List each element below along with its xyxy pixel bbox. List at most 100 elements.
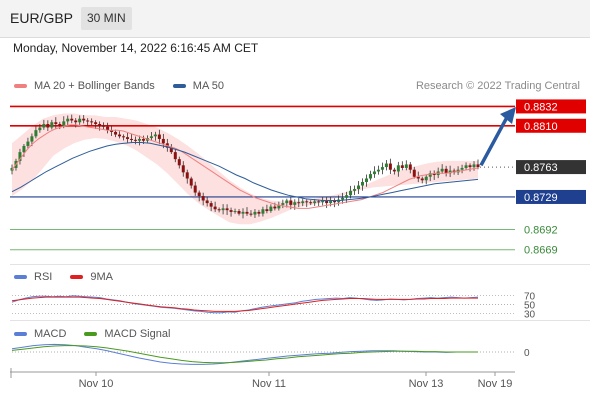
- candle-body: [22, 145, 26, 153]
- candle-body: [372, 171, 376, 175]
- candle-body: [360, 182, 364, 186]
- candle-body: [58, 124, 62, 126]
- candle-body: [380, 167, 384, 170]
- candle-body: [368, 174, 372, 179]
- candle-body: [388, 163, 392, 170]
- candle-body: [341, 197, 345, 200]
- candle-body: [173, 152, 177, 160]
- chart-canvas[interactable]: 0.88320.88100.87630.87290.86920.86697050…: [0, 0, 590, 400]
- candle-body: [161, 138, 165, 144]
- price-label: 0.8692: [524, 224, 558, 236]
- candle-body: [237, 211, 241, 214]
- candle-body: [189, 178, 193, 186]
- x-axis-tick-label: Nov 19: [478, 378, 513, 390]
- macd-signal-line: [11, 345, 478, 364]
- projection-arrowhead-icon: [500, 107, 516, 124]
- candle-body: [74, 120, 78, 123]
- candle-body: [229, 210, 233, 212]
- candle-body: [102, 125, 106, 127]
- projection-arrow: [479, 110, 512, 167]
- candle-body: [114, 131, 118, 135]
- candle-body: [34, 130, 38, 137]
- candle-body: [293, 202, 297, 205]
- candle-body: [257, 211, 261, 214]
- x-axis-tick-label: Nov 11: [252, 378, 286, 390]
- candle-body: [396, 165, 400, 172]
- candle-body: [349, 190, 353, 196]
- candle-body: [440, 168, 444, 172]
- candle-body: [30, 136, 34, 142]
- candle-body: [281, 203, 285, 205]
- candle-body: [201, 196, 205, 201]
- candle-body: [392, 169, 396, 172]
- candle-body: [42, 124, 46, 128]
- candle-body: [345, 195, 349, 198]
- candle-body: [157, 134, 161, 139]
- candle-body: [265, 209, 269, 212]
- candle-body: [153, 134, 157, 137]
- candle-body: [261, 209, 265, 214]
- candle-body: [408, 164, 412, 170]
- candle-body: [289, 200, 293, 205]
- candle-body: [185, 172, 189, 179]
- candle-body: [376, 169, 380, 172]
- candle-body: [129, 138, 133, 140]
- candle-body: [82, 118, 86, 121]
- candle-body: [213, 206, 217, 210]
- candle-body: [353, 189, 357, 191]
- candle-body: [197, 192, 201, 197]
- candle-body: [317, 201, 321, 203]
- candle-body: [137, 138, 141, 141]
- candle-body: [193, 185, 197, 193]
- candle-body: [420, 178, 424, 181]
- price-label: 0.8810: [524, 121, 558, 133]
- candle-body: [133, 139, 137, 141]
- candle-body: [460, 167, 464, 170]
- candle-body: [118, 134, 122, 137]
- candle-body: [273, 206, 277, 209]
- candle-body: [384, 163, 388, 168]
- candle-body: [297, 202, 301, 204]
- candle-body: [38, 127, 42, 131]
- candle-body: [313, 201, 317, 204]
- price-label: 0.8669: [524, 245, 558, 257]
- candle-body: [70, 118, 74, 121]
- x-axis-tick-label: Nov 10: [79, 378, 114, 390]
- rsi-tick-label: 30: [524, 310, 536, 321]
- candle-body: [468, 165, 472, 168]
- candle-body: [98, 124, 102, 126]
- candle-body: [225, 208, 229, 211]
- candle-body: [217, 209, 221, 211]
- candle-body: [245, 211, 249, 214]
- price-label: 0.8832: [524, 101, 558, 113]
- candle-body: [62, 121, 66, 126]
- candle-body: [241, 211, 245, 214]
- candle-body: [126, 137, 130, 139]
- bollinger-band: [12, 113, 478, 225]
- candle-body: [149, 136, 153, 139]
- candle-body: [26, 141, 30, 146]
- price-label: 0.8729: [524, 192, 558, 204]
- x-axis-tick-label: Nov 13: [409, 378, 444, 390]
- candle-body: [78, 118, 82, 123]
- candle-body: [412, 169, 416, 177]
- candle-body: [177, 159, 181, 166]
- macd-tick-label: 0: [524, 348, 530, 359]
- price-label: 0.8763: [524, 162, 558, 174]
- candle-body: [301, 201, 305, 204]
- candle-body: [50, 122, 54, 128]
- candle-body: [305, 201, 309, 203]
- candle-body: [269, 206, 273, 212]
- candle-body: [54, 122, 58, 125]
- candle-body: [94, 122, 98, 125]
- candle-body: [86, 120, 90, 122]
- candle-body: [209, 203, 213, 207]
- candle-body: [66, 118, 70, 122]
- candle-body: [285, 200, 289, 204]
- candle-body: [309, 202, 313, 204]
- candle-body: [404, 164, 408, 168]
- candle-body: [249, 213, 253, 215]
- candle-body: [253, 211, 257, 215]
- candle-body: [424, 176, 428, 181]
- candle-body: [357, 185, 361, 190]
